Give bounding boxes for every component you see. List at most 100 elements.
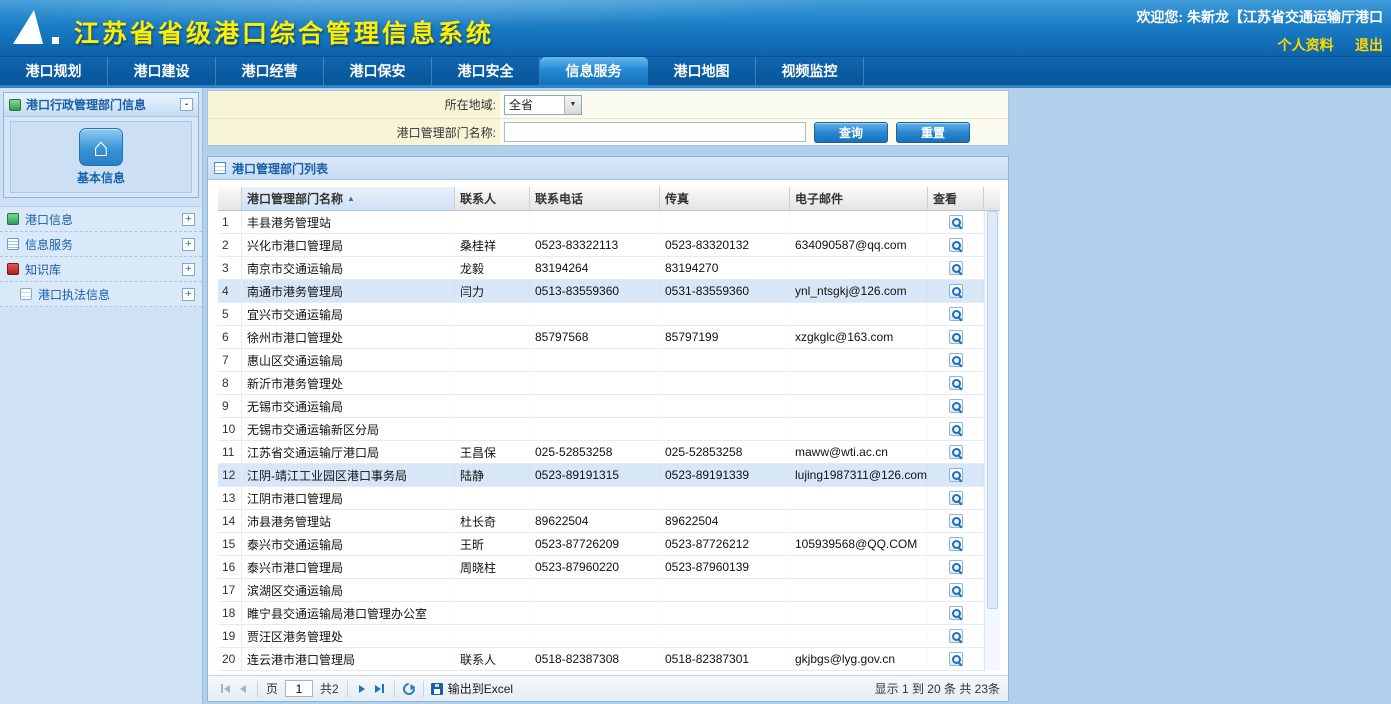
table-row[interactable]: 3 南京市交通运输局 龙毅 83194264 83194270 [218, 257, 984, 280]
main-content: 所在地域: 全省 港口管理部门名称: 查询 重置 [207, 88, 1009, 704]
home-icon [79, 128, 123, 166]
nav-tab-6[interactable]: 信息服务 [540, 57, 648, 85]
table-row[interactable]: 4 南通市港务管理局 闫力 0513-83559360 0531-8355936… [218, 280, 984, 303]
view-detail-icon[interactable] [949, 468, 963, 482]
cell-fax [660, 625, 790, 647]
next-page-button[interactable] [353, 680, 371, 698]
table-row[interactable]: 8 新沂市港务管理处 [218, 372, 984, 395]
table-row[interactable]: 9 无锡市交通运输局 [218, 395, 984, 418]
nav-tab-3[interactable]: 港口经营 [216, 57, 324, 85]
table-row[interactable]: 15 泰兴市交通运输局 王昕 0523-87726209 0523-877262… [218, 533, 984, 556]
table-row[interactable]: 13 江阴市港口管理局 [218, 487, 984, 510]
nav-tab-4[interactable]: 港口保安 [324, 57, 432, 85]
column-header-view[interactable]: 查看 [928, 187, 984, 211]
dept-name-input[interactable] [504, 122, 806, 142]
table-row[interactable]: 1 丰县港务管理站 [218, 211, 984, 234]
view-detail-icon[interactable] [949, 560, 963, 574]
nav-tab-7[interactable]: 港口地图 [648, 57, 756, 85]
search-row-region: 所在地域: 全省 [208, 91, 1008, 118]
nav-tab-8[interactable]: 视频监控 [756, 57, 864, 85]
first-page-button[interactable] [216, 680, 234, 698]
sidebar-item-4[interactable]: 港口执法信息 [0, 282, 202, 307]
export-excel-button[interactable]: 输出到Excel [431, 680, 513, 697]
refresh-button[interactable] [400, 680, 418, 698]
view-detail-icon[interactable] [949, 353, 963, 367]
cell-email: 634090587@qq.com [790, 234, 928, 256]
cell-phone [530, 418, 660, 440]
cell-email [790, 372, 928, 394]
column-header-name[interactable]: 港口管理部门名称 ▲ [242, 187, 455, 211]
table-row[interactable]: 2 兴化市港口管理局 桑桂祥 0523-83322113 0523-833201… [218, 234, 984, 257]
region-select[interactable]: 全省 [504, 95, 582, 115]
last-page-button[interactable] [371, 680, 389, 698]
view-detail-icon[interactable] [949, 330, 963, 344]
table-row[interactable]: 5 宜兴市交通运输局 [218, 303, 984, 326]
view-detail-icon[interactable] [949, 583, 963, 597]
view-detail-icon[interactable] [949, 514, 963, 528]
prev-page-icon [240, 685, 246, 693]
sidebar-item-3[interactable]: 知识库 [0, 257, 202, 282]
department-icon [9, 99, 21, 111]
query-button[interactable]: 查询 [814, 122, 888, 143]
dept-name-field: 查询 重置 [500, 119, 1008, 145]
table-row[interactable]: 20 连云港市港口管理局 联系人 0518-82387308 0518-8238… [218, 648, 984, 671]
prev-page-button[interactable] [234, 680, 252, 698]
dropdown-arrow-icon[interactable] [564, 96, 581, 114]
column-header-email[interactable]: 电子邮件 [790, 187, 928, 211]
table-row[interactable]: 12 江阴-靖江工业园区港口事务局 陆静 0523-89191315 0523-… [218, 464, 984, 487]
table-row[interactable]: 16 泰兴市港口管理局 周晓柱 0523-87960220 0523-87960… [218, 556, 984, 579]
view-detail-icon[interactable] [949, 491, 963, 505]
sidebar-panel-header[interactable]: 港口行政管理部门信息 [4, 93, 198, 117]
cell-fax: 0523-89191339 [660, 464, 790, 486]
view-detail-icon[interactable] [949, 307, 963, 321]
table-row[interactable]: 11 江苏省交通运输厅港口局 王昌保 025-52853258 025-5285… [218, 441, 984, 464]
cell-view [928, 234, 984, 256]
table-row[interactable]: 14 沛县港务管理站 杜长奇 89622504 89622504 [218, 510, 984, 533]
table-row[interactable]: 18 睢宁县交通运输局港口管理办公室 [218, 602, 984, 625]
profile-link[interactable]: 个人资料 [1278, 37, 1334, 53]
view-detail-icon[interactable] [949, 652, 963, 666]
nav-tab-5[interactable]: 港口安全 [432, 57, 540, 85]
first-page-icon [221, 684, 223, 693]
column-header-phone[interactable]: 联系电话 [530, 187, 660, 211]
reset-button[interactable]: 重置 [896, 122, 970, 143]
view-detail-icon[interactable] [949, 261, 963, 275]
cell-contact [455, 602, 530, 624]
table-row[interactable]: 17 滨湖区交通运输局 [218, 579, 984, 602]
view-detail-icon[interactable] [949, 422, 963, 436]
grid-scrollbar[interactable] [984, 211, 1000, 671]
scrollbar-thumb[interactable] [987, 211, 998, 609]
view-detail-icon[interactable] [949, 445, 963, 459]
sidebar-item-basic-info[interactable]: 基本信息 [10, 121, 192, 193]
nav-tab-1[interactable]: 港口规划 [0, 57, 108, 85]
table-row[interactable]: 6 徐州市港口管理处 85797568 85797199 xzgkglc@163… [218, 326, 984, 349]
cell-contact: 周晓柱 [455, 556, 530, 578]
toolbar-separator [423, 681, 424, 697]
page-number-input[interactable] [285, 680, 313, 697]
expand-icon[interactable] [182, 238, 195, 251]
view-detail-icon[interactable] [949, 606, 963, 620]
view-detail-icon[interactable] [949, 537, 963, 551]
view-detail-icon[interactable] [949, 215, 963, 229]
view-detail-icon[interactable] [949, 284, 963, 298]
collapse-icon[interactable] [180, 98, 193, 111]
expand-icon[interactable] [182, 288, 195, 301]
expand-icon[interactable] [182, 263, 195, 276]
cell-dept-name: 南通市港务管理局 [242, 280, 455, 302]
logout-link[interactable]: 退出 [1355, 37, 1383, 53]
expand-icon[interactable] [182, 213, 195, 226]
view-detail-icon[interactable] [949, 238, 963, 252]
nav-tab-2[interactable]: 港口建设 [108, 57, 216, 85]
cell-dept-name: 兴化市港口管理局 [242, 234, 455, 256]
view-detail-icon[interactable] [949, 376, 963, 390]
table-row[interactable]: 19 贾汪区港务管理处 [218, 625, 984, 648]
view-detail-icon[interactable] [949, 629, 963, 643]
sidebar-item-2[interactable]: 信息服务 [0, 232, 202, 257]
column-header-contact[interactable]: 联系人 [455, 187, 530, 211]
sidebar-item-1[interactable]: 港口信息 [0, 207, 202, 232]
column-header-fax[interactable]: 传真 [660, 187, 790, 211]
table-row[interactable]: 7 惠山区交通运输局 [218, 349, 984, 372]
table-row[interactable]: 10 无锡市交通运输新区分局 [218, 418, 984, 441]
cell-phone: 0518-82387308 [530, 648, 660, 670]
view-detail-icon[interactable] [949, 399, 963, 413]
